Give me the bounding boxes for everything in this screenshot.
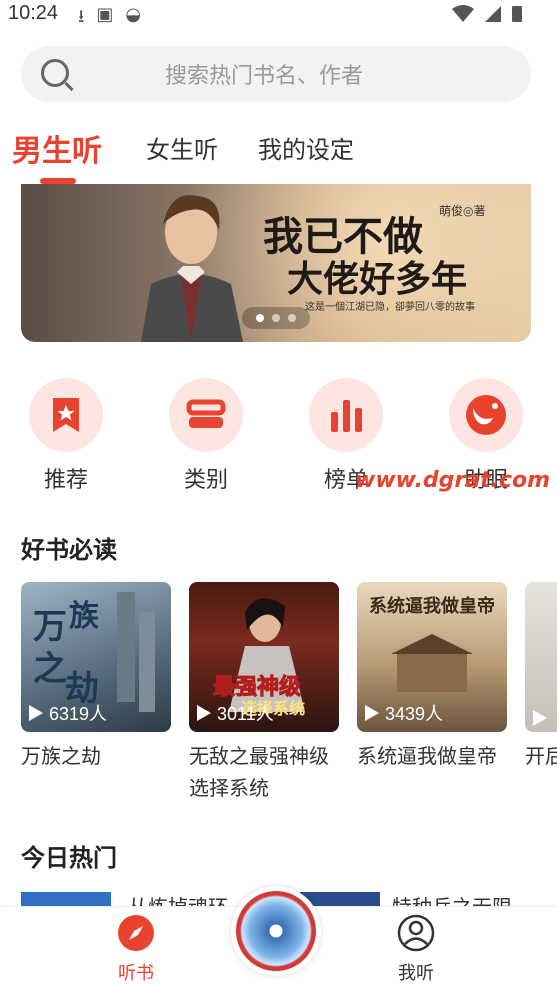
- tab-male[interactable]: 男生听: [12, 126, 102, 170]
- banner-title-line2: 大佬好多年: [287, 258, 468, 300]
- book-card[interactable]: 最强神级 选择系统 3011人 无敌之最强神级选择系统: [189, 582, 339, 804]
- tab-female[interactable]: 女生听: [146, 130, 218, 165]
- hot-book-title-peek: 特种兵之无限: [392, 892, 532, 906]
- nav-my-listen[interactable]: 我听: [376, 913, 456, 985]
- user-icon: [397, 914, 435, 952]
- play-icon: [197, 705, 211, 721]
- pagination-dot-active: [256, 314, 264, 322]
- svg-text:万: 万: [33, 607, 67, 647]
- headphone-icon: ◒: [125, 4, 142, 25]
- category-icon-bg: [169, 378, 243, 452]
- hot-book-title-peek: 从炼掉魂环: [128, 892, 248, 906]
- section-title-must-read: 好书必读: [21, 536, 117, 564]
- listen-count: [533, 710, 547, 726]
- play-icon: [29, 705, 43, 721]
- shortcut-recommend[interactable]: 推荐: [28, 378, 104, 494]
- status-bar: 10:24 ⭳ ▣ ◒: [0, 0, 557, 30]
- listen-count-text: 6319人: [49, 704, 108, 724]
- svg-text:族: 族: [69, 599, 100, 634]
- book-list: 万 族 之 劫 6319人 万族之劫 最强神级 选择系统 3011人 无敌之最强…: [21, 582, 557, 802]
- battery-icon: [512, 6, 522, 22]
- moon-icon: [466, 395, 506, 435]
- book-cover: 最强神级 选择系统 3011人: [189, 582, 339, 732]
- banner-carousel[interactable]: 我已不做 大佬好多年 萌俊◎著 这是一個江湖已隐，卻夢回八零的故事: [21, 184, 531, 342]
- book-title: 系统逼我做皇帝: [357, 744, 497, 768]
- listen-count-text: 3011人: [217, 704, 274, 724]
- book-title: 无敌之最强神级选择系统: [189, 744, 329, 800]
- compass-icon: [118, 915, 154, 951]
- shortcut-label: 推荐: [43, 468, 88, 493]
- sleep-icon-bg: [449, 378, 523, 452]
- book-cover: 系统逼我做皇帝 3439人: [357, 582, 507, 732]
- svg-text:之: 之: [33, 649, 67, 689]
- book-title: 开后: [525, 744, 557, 768]
- bookmark-star-icon: [53, 398, 79, 432]
- nav-label: 听书: [118, 963, 154, 984]
- banner-author: 萌俊◎著: [439, 204, 486, 218]
- book-card[interactable]: 系统逼我做皇帝 3439人 系统逼我做皇帝: [357, 582, 507, 772]
- status-notification-icons: ⭳ ▣ ◒: [78, 4, 141, 34]
- shortcut-label: 类别: [183, 468, 228, 493]
- book-card[interactable]: 万 族 之 劫 6319人 万族之劫: [21, 582, 171, 772]
- nav-listen-book[interactable]: 听书: [96, 913, 176, 985]
- play-icon: [533, 710, 547, 726]
- bar-chart-icon: [331, 400, 362, 432]
- watermark: www.dgrat.com: [355, 468, 551, 493]
- cover-title-text: 最强神级: [213, 674, 301, 700]
- play-icon: [365, 705, 379, 721]
- banner-pagination: [242, 307, 310, 329]
- book-title: 万族之劫: [21, 744, 101, 768]
- channel-tabs: 男生听 女生听 我的设定: [0, 124, 557, 184]
- signal-icon: [485, 6, 501, 22]
- tab-my-settings[interactable]: 我的设定: [258, 130, 354, 165]
- pagination-dot: [288, 314, 296, 322]
- now-playing-cover: [236, 891, 316, 971]
- nav-label: 我听: [398, 963, 434, 984]
- font-app-icon: ▣: [96, 4, 114, 25]
- listen-count: 3011人: [197, 700, 274, 726]
- download-icon: ⭳: [78, 6, 85, 27]
- hot-book-title: 特种兵之无限: [392, 895, 512, 906]
- book-cover: [525, 582, 557, 732]
- recommend-icon-bg: [29, 378, 103, 452]
- section-title-today-hot: 今日热门: [21, 844, 117, 872]
- book-cover: 万 族 之 劫 6319人: [21, 582, 171, 732]
- book-card-partial[interactable]: 开后: [525, 582, 557, 772]
- search-icon: [41, 59, 69, 87]
- search-bar[interactable]: 搜索热门书名、作者: [21, 46, 531, 102]
- listen-count: 3439人: [365, 700, 443, 726]
- search-placeholder: 搜索热门书名、作者: [165, 64, 364, 89]
- wifi-icon: [452, 5, 474, 22]
- listen-count-text: 3439人: [385, 704, 444, 724]
- now-playing-disc[interactable]: [231, 886, 321, 976]
- pagination-dot: [272, 314, 280, 322]
- shortcut-category[interactable]: 类别: [168, 378, 244, 494]
- listen-count: 6319人: [29, 700, 107, 726]
- category-icon: [186, 399, 226, 428]
- banner-subtitle: 这是一個江湖已隐，卻夢回八零的故事: [305, 302, 475, 313]
- ranking-icon-bg: [309, 378, 383, 452]
- hot-book-cover-peek: [21, 892, 111, 906]
- hot-book-title: 从炼掉魂环: [128, 895, 228, 906]
- status-time: 10:24: [8, 2, 59, 24]
- cover-title-text: 系统逼我做皇帝: [369, 595, 495, 617]
- status-system-icons: [451, 4, 523, 24]
